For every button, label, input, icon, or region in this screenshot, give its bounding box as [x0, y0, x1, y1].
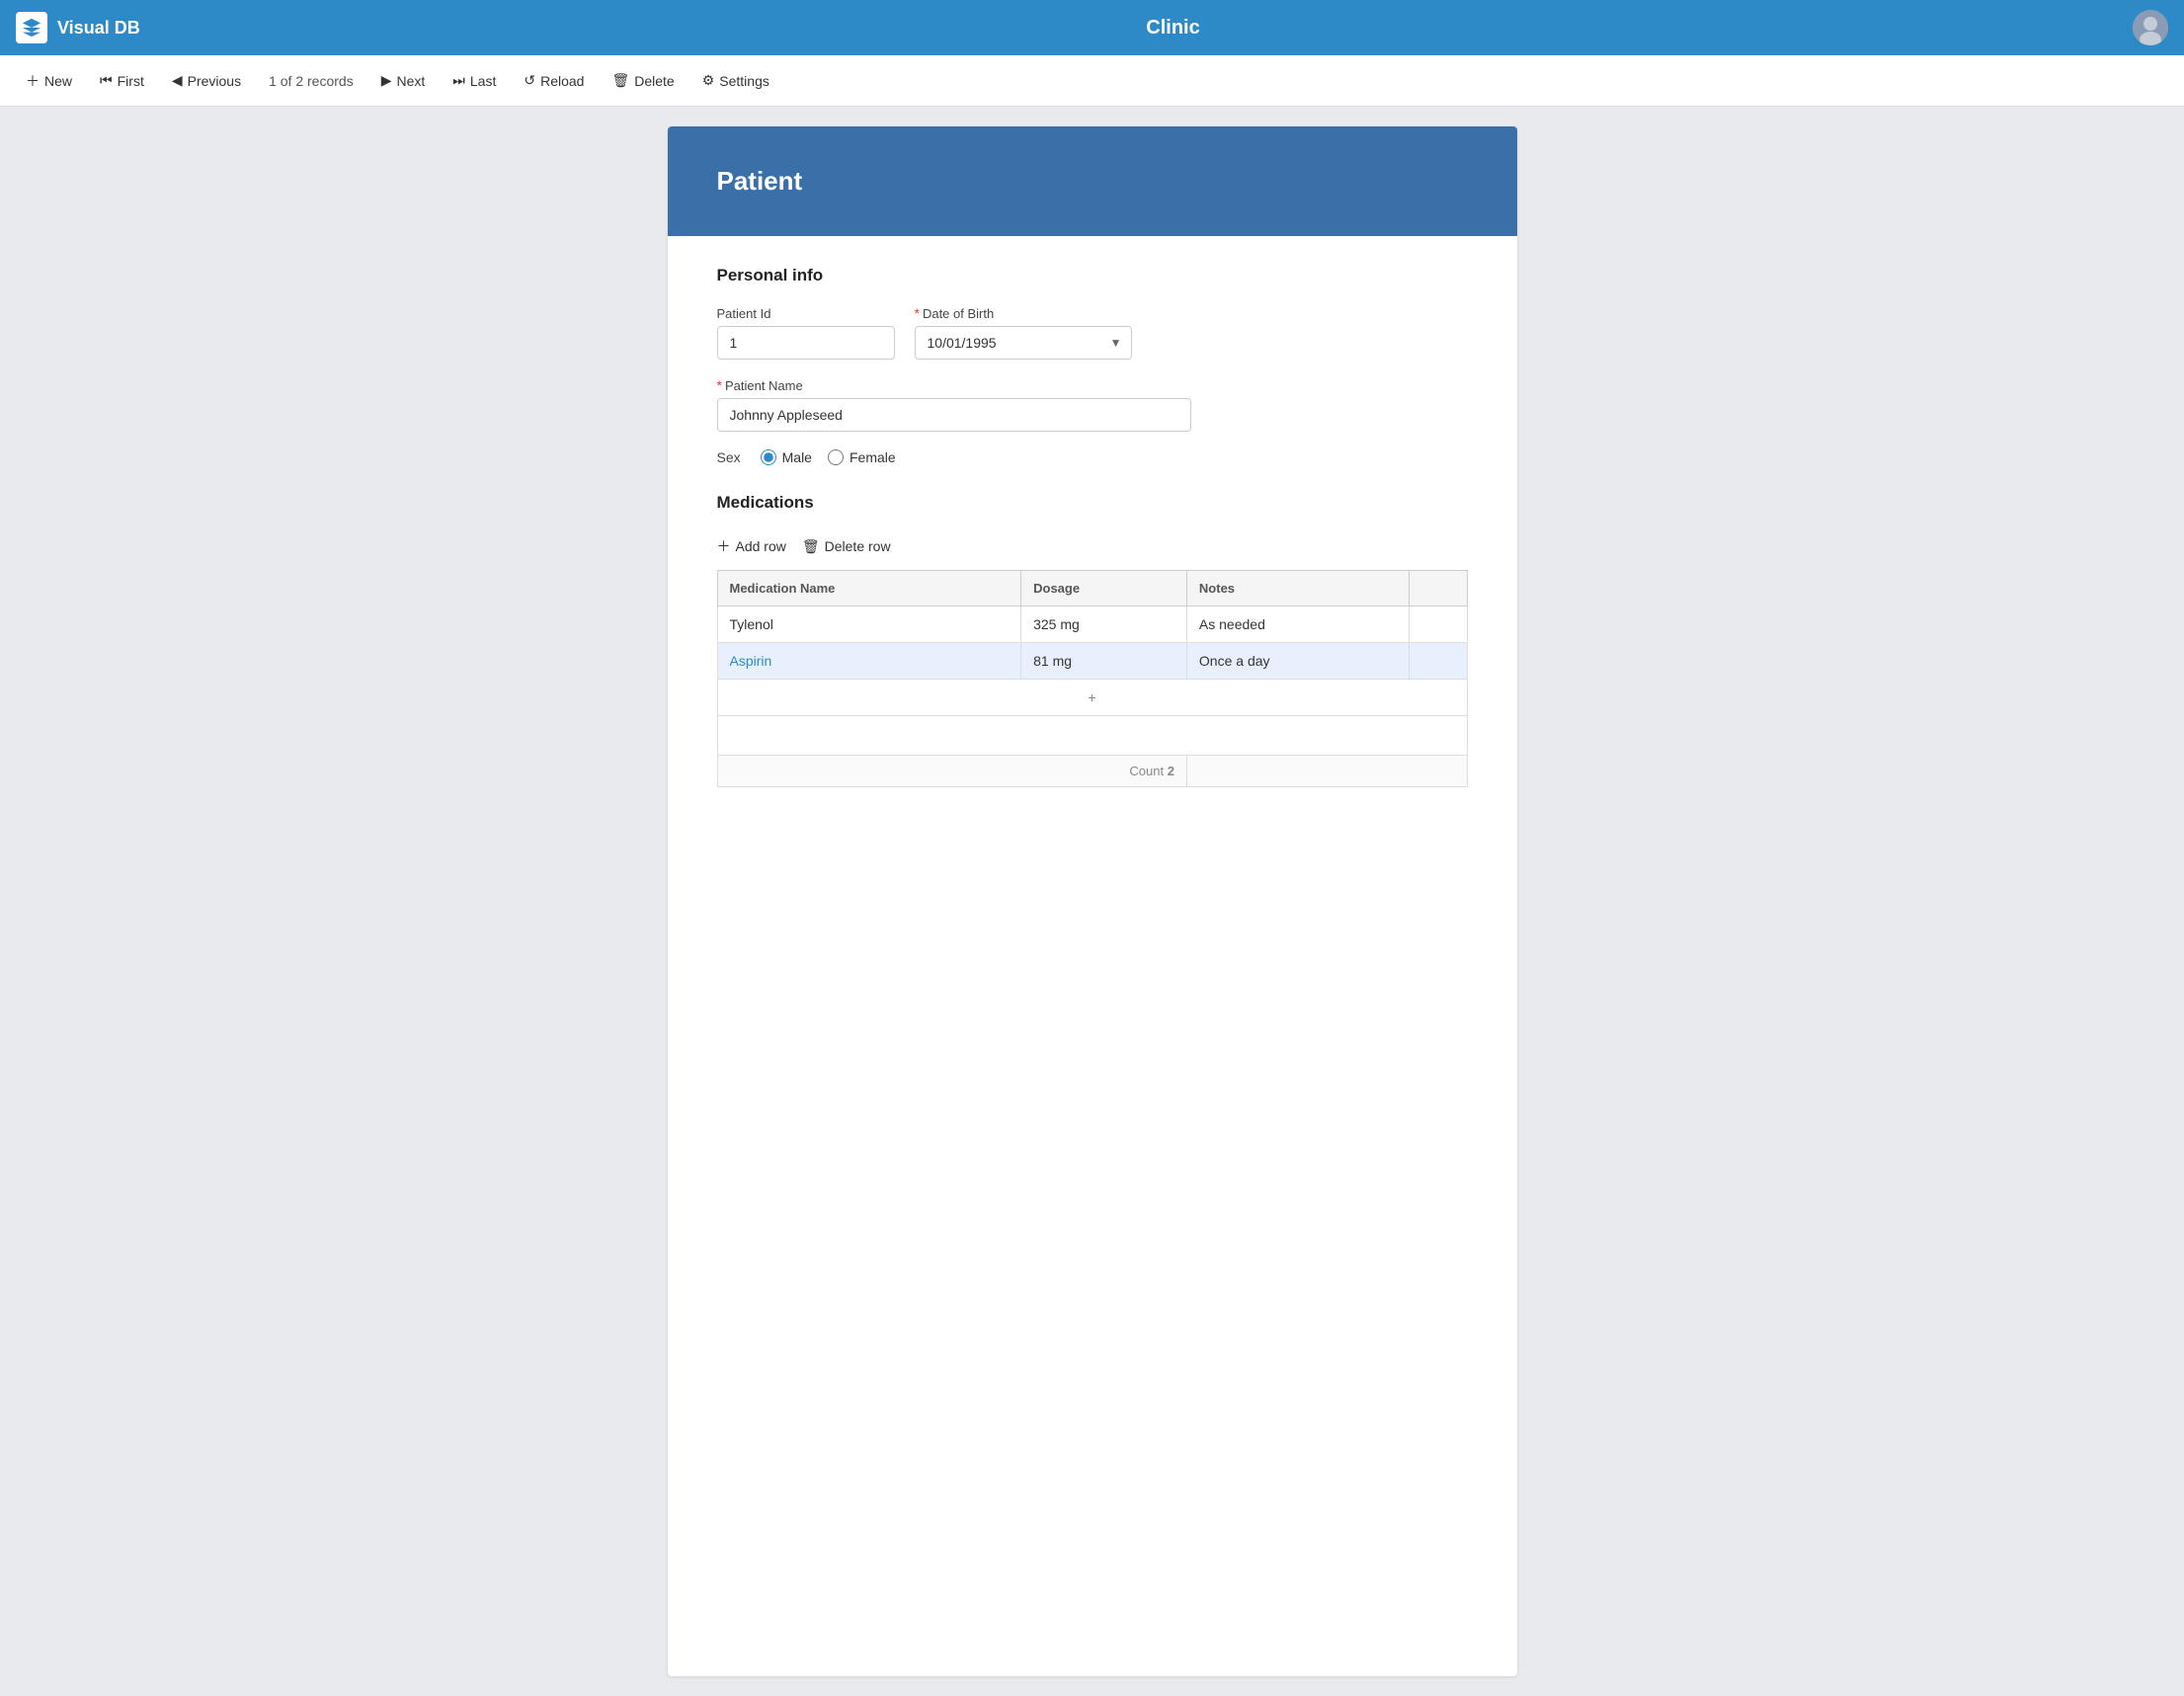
count-row: Count 2: [717, 756, 1467, 787]
med-dosage-cell: 81 mg: [1021, 643, 1187, 680]
form-header-title: Patient: [717, 166, 1468, 197]
previous-button[interactable]: ◀ Previous: [158, 64, 255, 97]
delete-row-icon: 🗑: [802, 538, 820, 555]
col-dosage: Dosage: [1021, 571, 1187, 606]
count-value: 2: [1168, 764, 1174, 778]
next-button[interactable]: ▶ Next: [367, 64, 440, 97]
main-area: Patient Personal info Patient Id * Date …: [0, 107, 2184, 1696]
sex-female-radio[interactable]: [828, 449, 844, 465]
med-notes-cell: Once a day: [1186, 643, 1409, 680]
count-empty-cell: [1186, 756, 1467, 787]
add-row-button[interactable]: ＋ Add row: [717, 532, 786, 560]
settings-button[interactable]: ⚙ Settings: [688, 64, 783, 97]
delete-row-label: Delete row: [825, 538, 891, 554]
sex-row: Sex Male Female: [717, 449, 1468, 465]
dob-label: * Date of Birth: [915, 305, 1132, 321]
delete-button[interactable]: 🗑 Delete: [598, 64, 688, 97]
record-count: 1 of 2 records: [255, 65, 367, 97]
dob-required-star: *: [915, 305, 920, 321]
med-dosage-cell: 325 mg: [1021, 606, 1187, 643]
patient-name-row: * Patient Name: [717, 377, 1468, 432]
add-row-icon: ＋: [717, 536, 731, 556]
form-header: Patient: [668, 126, 1517, 236]
first-icon: ⏮: [100, 72, 113, 89]
toolbar: ＋ New ⏮ First ◀ Previous 1 of 2 records …: [0, 55, 2184, 107]
medications-table: Medication Name Dosage Notes Tylenol 325…: [717, 570, 1468, 787]
medications-section: Medications ＋ Add row 🗑 Delete row Medic: [717, 493, 1468, 787]
reload-label: Reload: [540, 73, 584, 89]
empty-row: [717, 716, 1467, 756]
table-header-row: Medication Name Dosage Notes: [717, 571, 1467, 606]
last-button[interactable]: ⏭ Last: [439, 64, 510, 97]
sex-male-label: Male: [782, 449, 812, 465]
app-name: Visual DB: [57, 18, 140, 39]
med-actions: ＋ Add row 🗑 Delete row: [717, 532, 1468, 560]
next-icon: ▶: [381, 72, 392, 89]
count-label-cell: Count 2: [717, 756, 1186, 787]
sex-male-radio[interactable]: [761, 449, 776, 465]
first-button[interactable]: ⏮ First: [86, 64, 158, 97]
first-label: First: [118, 73, 144, 89]
col-notes: Notes: [1186, 571, 1409, 606]
sex-male-option[interactable]: Male: [761, 449, 812, 465]
reload-icon: ↺: [524, 72, 535, 89]
settings-icon: ⚙: [702, 72, 715, 89]
sex-female-label: Female: [849, 449, 896, 465]
patient-name-required-star: *: [717, 377, 722, 393]
med-empty-cell: [1410, 606, 1467, 643]
personal-info-section-title: Personal info: [717, 266, 1468, 285]
add-row-cell[interactable]: +: [717, 680, 1467, 716]
patient-name-input[interactable]: [717, 398, 1191, 432]
reload-button[interactable]: ↺ Reload: [510, 64, 598, 97]
avatar[interactable]: [2133, 10, 2168, 45]
previous-label: Previous: [188, 73, 241, 89]
med-notes-cell: As needed: [1186, 606, 1409, 643]
col-medication-name: Medication Name: [717, 571, 1021, 606]
dob-select-wrapper: 10/01/1995 ▼: [915, 326, 1132, 360]
delete-icon: 🗑: [611, 72, 629, 89]
dob-select[interactable]: 10/01/1995: [915, 326, 1132, 360]
sex-female-option[interactable]: Female: [828, 449, 896, 465]
page-title: Clinic: [213, 17, 2133, 40]
med-name-cell: Tylenol: [717, 606, 1021, 643]
form-container: Patient Personal info Patient Id * Date …: [668, 126, 1517, 1676]
medications-section-title: Medications: [717, 493, 1468, 513]
plus-icon: ＋: [26, 71, 40, 91]
patient-name-label: * Patient Name: [717, 377, 1191, 393]
last-icon: ⏭: [452, 72, 465, 89]
next-label: Next: [396, 73, 425, 89]
new-button[interactable]: ＋ New: [12, 63, 86, 99]
delete-row-button[interactable]: 🗑 Delete row: [802, 532, 891, 560]
sex-label: Sex: [717, 449, 741, 465]
app-logo: Visual DB: [16, 12, 213, 43]
dob-group: * Date of Birth 10/01/1995 ▼: [915, 305, 1132, 360]
logo-icon: [16, 12, 47, 43]
table-row[interactable]: Aspirin 81 mg Once a day: [717, 643, 1467, 680]
patient-id-input[interactable]: [717, 326, 895, 360]
previous-icon: ◀: [172, 72, 183, 89]
table-row[interactable]: Tylenol 325 mg As needed: [717, 606, 1467, 643]
patient-id-group: Patient Id: [717, 306, 895, 360]
top-nav: Visual DB Clinic: [0, 0, 2184, 55]
patient-id-dob-row: Patient Id * Date of Birth 10/01/1995 ▼: [717, 305, 1468, 360]
new-label: New: [44, 73, 72, 89]
med-empty-cell: [1410, 643, 1467, 680]
patient-id-label: Patient Id: [717, 306, 895, 321]
delete-label: Delete: [634, 73, 674, 89]
form-body: Personal info Patient Id * Date of Birth: [668, 236, 1517, 817]
settings-label: Settings: [719, 73, 769, 89]
col-empty: [1410, 571, 1467, 606]
add-row-cell-row[interactable]: +: [717, 680, 1467, 716]
add-row-label: Add row: [736, 538, 786, 554]
med-name-cell: Aspirin: [717, 643, 1021, 680]
last-label: Last: [470, 73, 496, 89]
patient-name-group: * Patient Name: [717, 377, 1191, 432]
